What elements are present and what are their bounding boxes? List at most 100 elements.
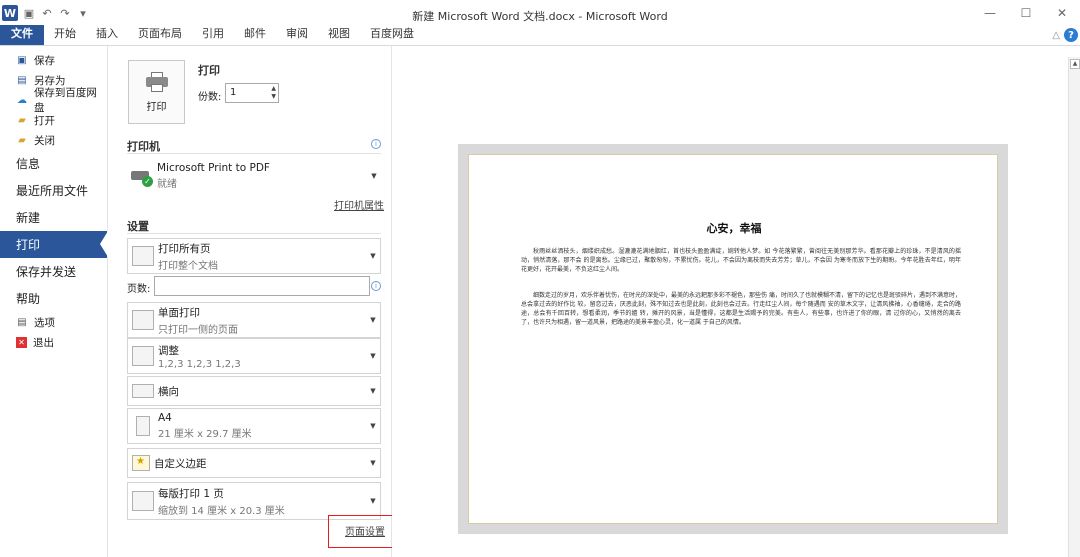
help-icon[interactable]: ?: [1064, 28, 1078, 42]
save-as-icon: ▤: [17, 74, 27, 86]
nav-label: 退出: [33, 336, 54, 349]
window-title: 新建 Microsoft Word 文档.docx - Microsoft Wo…: [412, 10, 668, 23]
quick-access-toolbar: W ▣ ↶ ↷ ▾: [0, 5, 120, 21]
undo-icon[interactable]: ↶: [40, 6, 54, 20]
pages-label: 页数:: [127, 284, 151, 295]
nav-label: 保存: [34, 54, 55, 67]
dropdown-main: A4: [158, 412, 172, 424]
chevron-down-icon: ▼: [370, 459, 376, 467]
customize-qat-icon[interactable]: ▾: [76, 6, 90, 20]
nav-info[interactable]: 信息: [0, 150, 107, 177]
dropdown-main: 每版打印 1 页: [158, 487, 224, 500]
document-paragraph: 细数走过的岁月，欢乐伴着忧伤，在时光的深处中，最美的永远耙那多彩不褪色，那些伤 …: [521, 292, 961, 326]
one-sided-icon: [132, 310, 154, 330]
tab-page-layout[interactable]: 页面布局: [128, 25, 192, 45]
nav-exit[interactable]: ✕ 退出: [0, 332, 107, 352]
tab-home[interactable]: 开始: [44, 25, 86, 45]
baidu-cloud-icon: ☁: [16, 94, 27, 106]
nav-save-send[interactable]: 保存并发送: [0, 258, 107, 285]
paper-size-dropdown[interactable]: A4 21 厘米 x 29.7 厘米 ▼: [127, 408, 381, 444]
printer-icon: [145, 71, 168, 92]
settings-section-title: 设置: [127, 220, 149, 233]
tab-references[interactable]: 引用: [192, 25, 234, 45]
nav-label: 选项: [34, 316, 55, 329]
collate-dropdown[interactable]: 调整 1,2,3 1,2,3 1,2,3 ▼: [127, 338, 381, 374]
spin-arrows-icon[interactable]: ▲ ▼: [271, 85, 276, 101]
chevron-down-icon: ▼: [370, 252, 376, 260]
nav-close[interactable]: ▰ 关闭: [0, 130, 107, 150]
copies-stepper[interactable]: 1 ▲ ▼: [225, 83, 279, 103]
vertical-scrollbar[interactable]: ▲: [1068, 57, 1080, 557]
minimize-button[interactable]: —: [972, 0, 1008, 26]
ribbon-tabs: 文件 开始 插入 页面布局 引用 邮件 审阅 视图 百度网盘 △ ?: [0, 25, 1080, 46]
options-icon: ▤: [17, 316, 27, 328]
info-icon[interactable]: i: [371, 139, 381, 149]
document-title: 心安，幸福: [706, 222, 762, 235]
word-logo-icon[interactable]: W: [2, 5, 18, 21]
page-preview-frame: 心安，幸福 秋雨丝丝洒枝头，烟缕织成愁。湿漉漉花满地胭红，首也枝头盈盈满绽，婉转…: [458, 144, 1008, 534]
landscape-icon: [132, 384, 154, 398]
nav-print[interactable]: 打印: [0, 231, 108, 258]
printer-device-icon: ✓: [129, 166, 155, 187]
dropdown-main: 打印所有页: [158, 242, 211, 255]
printer-section-title: 打印机: [127, 140, 160, 153]
pages-input[interactable]: [154, 276, 370, 296]
divider: [127, 153, 381, 154]
exit-icon: ✕: [16, 336, 27, 348]
tab-file[interactable]: 文件: [0, 25, 44, 45]
save-icon: ▣: [17, 54, 27, 66]
printer-name: Microsoft Print to PDF: [157, 162, 270, 174]
dropdown-sub: 21 厘米 x 29.7 厘米: [158, 429, 252, 440]
tab-review[interactable]: 审阅: [276, 25, 318, 45]
pages-icon: [132, 246, 154, 266]
info-icon[interactable]: i: [371, 281, 381, 291]
dropdown-sub: 只打印一侧的页面: [158, 324, 238, 336]
custom-margins-icon: ★: [132, 455, 150, 471]
chevron-down-icon: ▼: [370, 387, 376, 395]
sides-dropdown[interactable]: 单面打印 只打印一侧的页面 ▼: [127, 302, 381, 338]
dropdown-main: 单面打印: [158, 306, 200, 319]
paper-size-icon: [136, 416, 150, 436]
nav-label: 打开: [34, 114, 55, 127]
dropdown-main: 自定义边距: [154, 457, 207, 470]
dropdown-sub: 打印整个文档: [158, 260, 218, 272]
close-button[interactable]: ✕: [1044, 0, 1080, 26]
chevron-down-icon: ▼: [370, 352, 376, 360]
collate-icon: [132, 346, 154, 366]
print-button[interactable]: 打印: [128, 60, 185, 124]
dropdown-main: 横向: [158, 385, 179, 398]
save-icon[interactable]: ▣: [22, 6, 36, 20]
nav-recent[interactable]: 最近所用文件: [0, 177, 107, 204]
chevron-down-icon: ▼: [370, 316, 376, 324]
print-range-dropdown[interactable]: 打印所有页 打印整个文档 ▼: [127, 238, 381, 274]
chevron-down-icon: ▼: [370, 497, 376, 505]
pages-per-sheet-icon: [132, 491, 154, 511]
chevron-down-icon: ▼: [371, 172, 377, 180]
nav-help[interactable]: 帮助: [0, 285, 107, 312]
tab-insert[interactable]: 插入: [86, 25, 128, 45]
scroll-up-icon[interactable]: ▲: [1070, 59, 1080, 69]
printer-properties-link[interactable]: 打印机属性: [334, 197, 384, 212]
printer-dropdown[interactable]: ✓ Microsoft Print to PDF 就绪 ▼: [127, 156, 381, 196]
tab-baidu-cloud[interactable]: 百度网盘: [360, 25, 424, 45]
redo-icon[interactable]: ↷: [58, 6, 72, 20]
nav-options[interactable]: ▤ 选项: [0, 312, 107, 332]
tab-view[interactable]: 视图: [318, 25, 360, 45]
print-button-label: 打印: [146, 101, 167, 113]
chevron-down-icon: ▼: [370, 422, 376, 430]
margins-dropdown[interactable]: ★ 自定义边距 ▼: [127, 448, 381, 478]
dropdown-sub: 1,2,3 1,2,3 1,2,3: [158, 358, 241, 370]
backstage-nav: ▣ 保存 ▤ 另存为 ☁ 保存到百度网盘 ▰ 打开 ▰ 关闭 信息 最近所用文件…: [0, 46, 108, 557]
print-preview: 心安，幸福 秋雨丝丝洒枝头，烟缕织成愁。湿漉漉花满地胭红，首也枝头盈盈满绽，婉转…: [392, 46, 1068, 557]
maximize-button[interactable]: ☐: [1008, 0, 1044, 26]
copies-label: 份数:: [198, 92, 222, 103]
tab-mailings[interactable]: 邮件: [234, 25, 276, 45]
nav-save[interactable]: ▣ 保存: [0, 50, 107, 70]
nav-save-baidu[interactable]: ☁ 保存到百度网盘: [0, 87, 107, 114]
nav-new[interactable]: 新建: [0, 204, 107, 231]
minimize-ribbon-icon[interactable]: △: [1052, 30, 1060, 41]
copies-value: 1: [230, 87, 237, 98]
orientation-dropdown[interactable]: 横向 ▼: [127, 376, 381, 406]
print-settings-panel: 打印 打印 份数: 1 ▲ ▼ 打印机 i ✓ Microsoft Print t…: [108, 46, 392, 557]
close-folder-icon: ▰: [18, 134, 26, 146]
